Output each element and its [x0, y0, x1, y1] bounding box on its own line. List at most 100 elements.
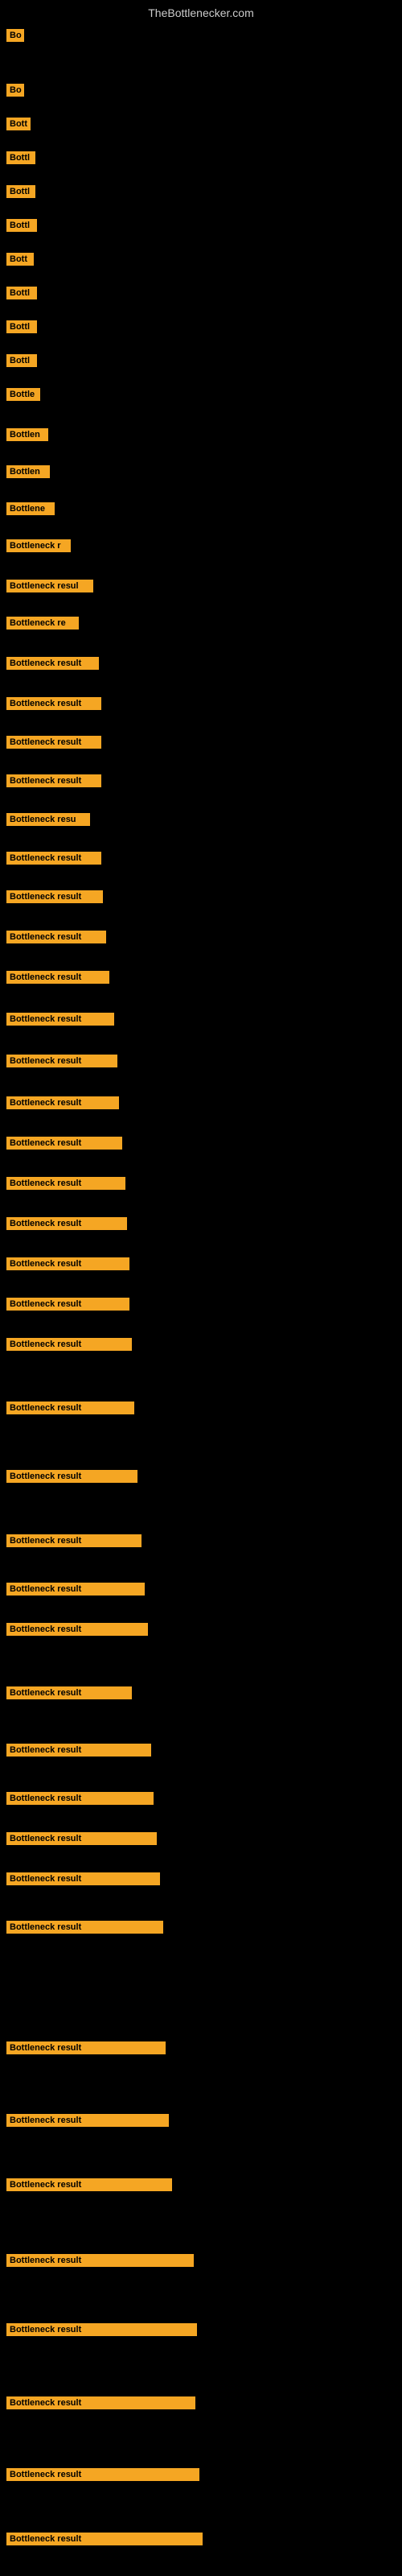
bottleneck-label: Bottl	[6, 185, 35, 198]
list-item: Bottleneck result	[3, 1333, 132, 1356]
bottleneck-label: Bo	[6, 84, 24, 97]
bottleneck-label: Bottleneck result	[6, 697, 101, 710]
bottleneck-label: Bottleneck result	[6, 971, 109, 984]
list-item: Bottlen	[3, 460, 50, 483]
list-item: Bottl	[3, 147, 35, 169]
list-item: Bottle	[3, 383, 40, 406]
list-item: Bo	[3, 79, 24, 101]
bottleneck-label: Bottl	[6, 151, 35, 164]
list-item: Bottleneck result	[3, 1682, 132, 1704]
bottleneck-label: Bottleneck result	[6, 736, 101, 749]
list-item: Bottl	[3, 214, 37, 237]
list-item: Bottleneck result	[3, 731, 101, 753]
bottleneck-label: Bottleneck result	[6, 2114, 169, 2127]
list-item: Bottleneck result	[3, 770, 101, 792]
bottleneck-label: Bottleneck result	[6, 2533, 203, 2545]
list-item: Bottleneck result	[3, 1397, 134, 1419]
bottleneck-label: Bottleneck result	[6, 1583, 145, 1596]
list-item: Bottleneck result	[3, 692, 101, 715]
bottleneck-label: Bottleneck result	[6, 1534, 142, 1547]
list-item: Bottleneck result	[3, 2318, 197, 2341]
bottleneck-label: Bottl	[6, 320, 37, 333]
bottleneck-label: Bottleneck result	[6, 1872, 160, 1885]
list-item: Bottleneck result	[3, 847, 101, 869]
list-item: Bottleneck result	[3, 1132, 122, 1154]
list-item: Bottl	[3, 349, 37, 372]
list-item: Bottleneck result	[3, 1212, 127, 1235]
bottleneck-label: Bottleneck resul	[6, 580, 93, 592]
bottleneck-label: Bottleneck result	[6, 1137, 122, 1150]
list-item: Bottleneck result	[3, 1916, 163, 1938]
bottleneck-label: Bottleneck result	[6, 931, 106, 943]
bottleneck-label: Bottleneck result	[6, 1257, 129, 1270]
list-item: Bottleneck resu	[3, 808, 90, 831]
list-item: Bottleneck resul	[3, 575, 93, 597]
bottleneck-label: Bottleneck result	[6, 774, 101, 787]
list-item: Bottleneck result	[3, 926, 106, 948]
list-item: Bottleneck result	[3, 1092, 119, 1114]
list-item: Bottleneck result	[3, 886, 103, 908]
list-item: Bottleneck result	[3, 2037, 166, 2059]
list-item: Bottl	[3, 282, 37, 304]
list-item: Bottl	[3, 316, 37, 338]
bottleneck-label: Bottle	[6, 388, 40, 401]
site-title: TheBottlenecker.com	[0, 0, 402, 23]
list-item: Bottleneck result	[3, 966, 109, 989]
list-item: Bottleneck re	[3, 612, 79, 634]
bottleneck-label: Bottleneck result	[6, 2178, 172, 2191]
bottleneck-label: Bottleneck result	[6, 1623, 148, 1636]
list-item: Bottleneck result	[3, 1008, 114, 1030]
list-item: Bottleneck result	[3, 1787, 154, 1810]
bottleneck-label: Bottleneck result	[6, 1402, 134, 1414]
bottleneck-label: Bo	[6, 29, 24, 42]
bottleneck-label: Bottleneck result	[6, 1096, 119, 1109]
list-item: Bottleneck result	[3, 2528, 203, 2550]
bottleneck-label: Bottleneck re	[6, 617, 79, 630]
bottleneck-label: Bottleneck result	[6, 1217, 127, 1230]
bottleneck-label: Bottleneck result	[6, 1055, 117, 1067]
bottleneck-label: Bottleneck result	[6, 1744, 151, 1757]
bottleneck-label: Bott	[6, 253, 34, 266]
list-item: Bottleneck result	[3, 1050, 117, 1072]
bottleneck-label: Bottl	[6, 354, 37, 367]
list-item: Bottleneck result	[3, 1618, 148, 1641]
bottleneck-label: Bottleneck result	[6, 1832, 157, 1845]
bottleneck-label: Bottleneck result	[6, 1013, 114, 1026]
bottleneck-label: Bottleneck result	[6, 1921, 163, 1934]
list-item: Bottleneck result	[3, 2249, 194, 2272]
list-item: Bo	[3, 24, 24, 47]
bottleneck-label: Bottleneck result	[6, 852, 101, 865]
list-item: Bottleneck result	[3, 1578, 145, 1600]
bottleneck-label: Bottleneck result	[6, 2396, 195, 2409]
list-item: Bottleneck result	[3, 1293, 129, 1315]
list-item: Bott	[3, 248, 34, 270]
bottleneck-label: Bottleneck result	[6, 890, 103, 903]
list-item: Bottleneck result	[3, 2109, 169, 2132]
bottleneck-label: Bottleneck result	[6, 1338, 132, 1351]
bottleneck-label: Bottlene	[6, 502, 55, 515]
list-item: Bottleneck result	[3, 2174, 172, 2196]
list-item: Bottleneck result	[3, 1868, 160, 1890]
bottleneck-label: Bottlen	[6, 428, 48, 441]
bottleneck-label: Bottl	[6, 219, 37, 232]
bottleneck-label: Bottleneck result	[6, 657, 99, 670]
bottleneck-label: Bottleneck result	[6, 2468, 199, 2481]
bottleneck-label: Bottleneck resu	[6, 813, 90, 826]
bottleneck-label: Bottleneck result	[6, 1470, 137, 1483]
bottleneck-label: Bottleneck result	[6, 2041, 166, 2054]
list-item: Bottlene	[3, 497, 55, 520]
list-item: Bottleneck result	[3, 1827, 157, 1850]
list-item: Bottleneck r	[3, 535, 71, 557]
list-item: Bottleneck result	[3, 1530, 142, 1552]
list-item: Bottleneck result	[3, 2463, 199, 2486]
list-item: Bottleneck result	[3, 1253, 129, 1275]
bottleneck-label: Bottleneck result	[6, 1792, 154, 1805]
bottleneck-label: Bottl	[6, 287, 37, 299]
bottleneck-label: Bottleneck result	[6, 1177, 125, 1190]
bottleneck-label: Bottlen	[6, 465, 50, 478]
list-item: Bottlen	[3, 423, 48, 446]
list-item: Bottleneck result	[3, 2392, 195, 2414]
bottleneck-label: Bott	[6, 118, 31, 130]
list-item: Bottl	[3, 180, 35, 203]
bottleneck-label: Bottleneck r	[6, 539, 71, 552]
